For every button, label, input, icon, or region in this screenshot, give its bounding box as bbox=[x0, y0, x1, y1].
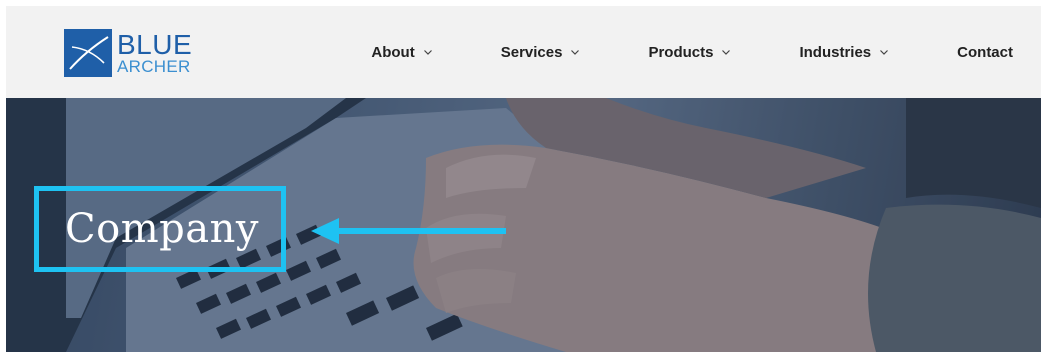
site-header: BLUE ARCHER About Services Products Indu… bbox=[6, 6, 1041, 98]
page: BLUE ARCHER About Services Products Indu… bbox=[0, 0, 1047, 352]
nav-item-label: Contact bbox=[957, 43, 1013, 61]
blue-archer-logo[interactable]: BLUE ARCHER bbox=[64, 28, 192, 78]
company-highlight-box: Company bbox=[34, 186, 286, 272]
nav-item-services[interactable]: Services bbox=[501, 44, 581, 61]
nav-item-label: Industries bbox=[799, 43, 872, 61]
chevron-down-icon bbox=[722, 50, 731, 55]
logo-text-archer: ARCHER bbox=[117, 57, 191, 76]
nav-item-products[interactable]: Products bbox=[648, 44, 731, 61]
nav-item-label: Products bbox=[648, 43, 714, 61]
main-nav: About Services Products Industries Conta… bbox=[371, 6, 1013, 98]
logo-text-blue: BLUE bbox=[117, 29, 193, 60]
chevron-down-icon bbox=[880, 50, 889, 55]
arrow-left-icon bbox=[311, 218, 506, 244]
archer-logo-icon bbox=[64, 29, 112, 77]
nav-item-label: Services bbox=[500, 43, 563, 61]
hero-title: Company bbox=[65, 206, 259, 252]
chevron-down-icon bbox=[423, 50, 432, 55]
chevron-down-icon bbox=[571, 50, 580, 55]
nav-item-industries[interactable]: Industries bbox=[799, 44, 889, 61]
nav-item-about[interactable]: About bbox=[371, 44, 432, 61]
nav-item-label: About bbox=[371, 43, 415, 61]
logo-wordmark: BLUE ARCHER bbox=[117, 29, 193, 76]
hero-banner: Company bbox=[6, 98, 1041, 352]
nav-item-contact[interactable]: Contact bbox=[957, 44, 1013, 61]
